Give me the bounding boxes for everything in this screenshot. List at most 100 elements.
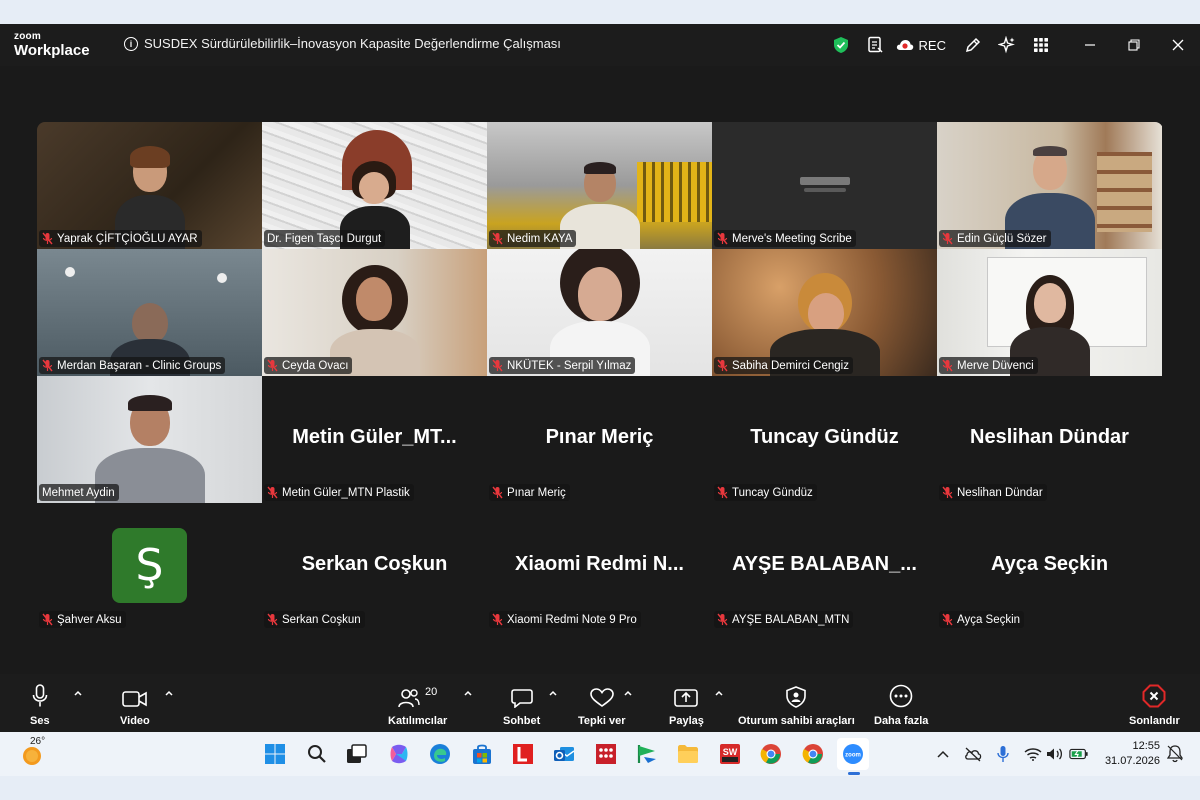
host-tools-label: Oturum sahibi araçları: [738, 715, 855, 727]
title-bar: zoom Workplace i SUSDEX Sürdürülebilirli…: [0, 24, 1200, 66]
system-clock[interactable]: 12:55 31.07.2026: [1105, 739, 1160, 769]
outlook-app[interactable]: [548, 738, 580, 770]
svg-text:zoom: zoom: [845, 753, 861, 759]
reactions-button[interactable]: Tepki ver: [578, 682, 626, 727]
mic-muted-icon: [267, 613, 278, 626]
participant-tile-no-video[interactable]: Metin Güler_MT... Metin Güler_MTN Plasti…: [262, 376, 487, 503]
participant-tile[interactable]: Nedim KAYA: [487, 122, 712, 249]
zoom-icon: zoom: [843, 744, 863, 764]
encryption-shield-icon[interactable]: [824, 24, 858, 66]
audio-options-chevron-up-icon[interactable]: [73, 688, 83, 698]
edge-icon: [430, 744, 450, 764]
show-hidden-icons[interactable]: [933, 744, 953, 764]
participant-tile[interactable]: Yaprak ÇİFTÇİOĞLU AYAR: [37, 122, 262, 249]
annotate-pen-icon[interactable]: [956, 24, 990, 66]
battery-status[interactable]: [1069, 744, 1089, 764]
zoom-window: zoom Workplace i SUSDEX Sürdürülebilirli…: [0, 24, 1200, 732]
participant-tile[interactable]: Merdan Başaran - Clinic Groups: [37, 249, 262, 376]
participant-tile[interactable]: Merve Düvenci: [937, 249, 1162, 376]
cloud-sync-status[interactable]: [963, 744, 983, 764]
reactions-options-chevron-up-icon[interactable]: [623, 688, 633, 698]
file-explorer-app[interactable]: [672, 738, 704, 770]
search-icon: [308, 745, 326, 763]
mic-in-use-indicator[interactable]: [993, 744, 1013, 764]
notification-center[interactable]: [1165, 744, 1185, 764]
taskbar-search[interactable]: [301, 738, 333, 770]
cloud-recording-indicator[interactable]: REC: [896, 38, 946, 53]
participant-tile[interactable]: Sabiha Demirci Cengiz: [712, 249, 937, 376]
scribe-logo-sub: [804, 188, 846, 192]
participant-tile-no-video[interactable]: Xiaomi Redmi N... Xiaomi Redmi Note 9 Pr…: [487, 503, 712, 630]
participant-name-label: Merve Düvenci: [939, 357, 1038, 374]
wifi-status[interactable]: [1023, 744, 1043, 764]
participant-name-label: Edin Güçlü Sözer: [939, 230, 1051, 247]
chrome-icon-2: [802, 744, 823, 764]
participant-display-name: Metin Güler_MT...: [292, 426, 457, 448]
participant-tile[interactable]: Mehmet Aydin: [37, 376, 262, 503]
folder-icon: [678, 745, 698, 763]
gallery-view: Yaprak ÇİFTÇİOĞLU AYAR Dr. Figen Taşcı D…: [37, 122, 1163, 630]
participant-tile-no-video[interactable]: Ayça Seçkin Ayça Seçkin: [937, 503, 1162, 630]
chrome-profile-app[interactable]: [797, 738, 829, 770]
participant-tile-active-speaker[interactable]: Dr. Figen Taşcı Durgut: [262, 122, 487, 249]
participants-button[interactable]: 20 Katılımcılar: [388, 682, 447, 727]
mic-muted-icon: [492, 359, 503, 372]
wifi-icon: [1024, 748, 1042, 761]
os-taskbar: 26° SW zoom 12:55 31.07.2026: [0, 732, 1200, 776]
end-label: Sonlandır: [1129, 715, 1180, 727]
chrome-app[interactable]: [755, 738, 787, 770]
svg-text:SW: SW: [723, 747, 738, 757]
participant-tile-no-video[interactable]: Pınar Meriç Pınar Meriç: [487, 376, 712, 503]
participant-tile-no-video[interactable]: Neslihan Dündar Neslihan Dündar: [937, 376, 1162, 503]
more-button[interactable]: Daha fazla: [874, 682, 928, 727]
meeting-title-area[interactable]: i SUSDEX Sürdürülebilirlik–İnovasyon Kap…: [124, 36, 561, 51]
participant-tile-no-video[interactable]: Ş Şahver Aksu: [37, 503, 262, 630]
info-icon[interactable]: i: [124, 36, 138, 51]
edge-browser-app[interactable]: [424, 738, 456, 770]
copilot-app[interactable]: [383, 738, 415, 770]
start-button[interactable]: [259, 738, 291, 770]
solidworks-app[interactable]: SW: [714, 738, 746, 770]
zoom-app[interactable]: zoom: [837, 738, 869, 770]
volume-control[interactable]: [1045, 744, 1065, 764]
participant-tile-no-video[interactable]: Serkan Coşkun Serkan Coşkun: [262, 503, 487, 630]
end-meeting-button[interactable]: Sonlandır: [1129, 682, 1180, 727]
participant-tile[interactable]: Merve's Meeting Scribe: [712, 122, 937, 249]
participants-options-chevron-up-icon[interactable]: [463, 688, 473, 698]
chat-options-chevron-up-icon[interactable]: [548, 688, 558, 698]
battery-charging-icon: [1069, 748, 1088, 760]
maps-app[interactable]: [631, 738, 663, 770]
chat-label: Sohbet: [503, 715, 541, 727]
close-window-button[interactable]: [1156, 24, 1200, 66]
app-l-icon: [513, 744, 533, 764]
mic-muted-icon: [492, 613, 503, 626]
video-button[interactable]: Video: [120, 682, 150, 727]
ai-companion-icon[interactable]: [990, 24, 1024, 66]
video-options-chevron-up-icon[interactable]: [164, 688, 174, 698]
participant-tile-no-video[interactable]: Tuncay Gündüz Tuncay Gündüz: [712, 376, 937, 503]
mendeley-app[interactable]: [590, 738, 622, 770]
audio-button[interactable]: Ses: [30, 682, 50, 727]
minimize-button[interactable]: [1068, 24, 1112, 66]
share-screen-icon: [674, 689, 699, 707]
weather-temperature: 26°: [30, 736, 46, 747]
restore-button[interactable]: [1112, 24, 1156, 66]
clock-date: 31.07.2026: [1104, 755, 1160, 767]
apps-grid-icon[interactable]: [1024, 24, 1058, 66]
chat-button[interactable]: Sohbet: [503, 682, 540, 727]
participant-tile[interactable]: Ceyda Ovacı: [262, 249, 487, 376]
mic-muted-icon: [717, 359, 728, 372]
participant-tile[interactable]: Edin Güçlü Sözer: [937, 122, 1162, 249]
brand-workplace: Workplace: [14, 42, 90, 59]
participant-name-label: Metin Güler_MTN Plastik: [264, 484, 414, 501]
share-options-chevron-up-icon[interactable]: [714, 688, 724, 698]
host-tools-button[interactable]: Oturum sahibi araçları: [738, 682, 855, 727]
notes-icon[interactable]: [858, 24, 892, 66]
task-view-icon: [347, 744, 367, 763]
microsoft-store-app[interactable]: [466, 738, 498, 770]
red-l-app[interactable]: [507, 738, 539, 770]
task-view-app[interactable]: [341, 738, 373, 770]
participant-tile-no-video[interactable]: AYŞE BALABAN_... AYŞE BALABAN_MTN: [712, 503, 937, 630]
participant-tile[interactable]: NKÜTEK - Serpil Yılmaz: [487, 249, 712, 376]
share-screen-button[interactable]: Paylaş: [669, 682, 704, 727]
